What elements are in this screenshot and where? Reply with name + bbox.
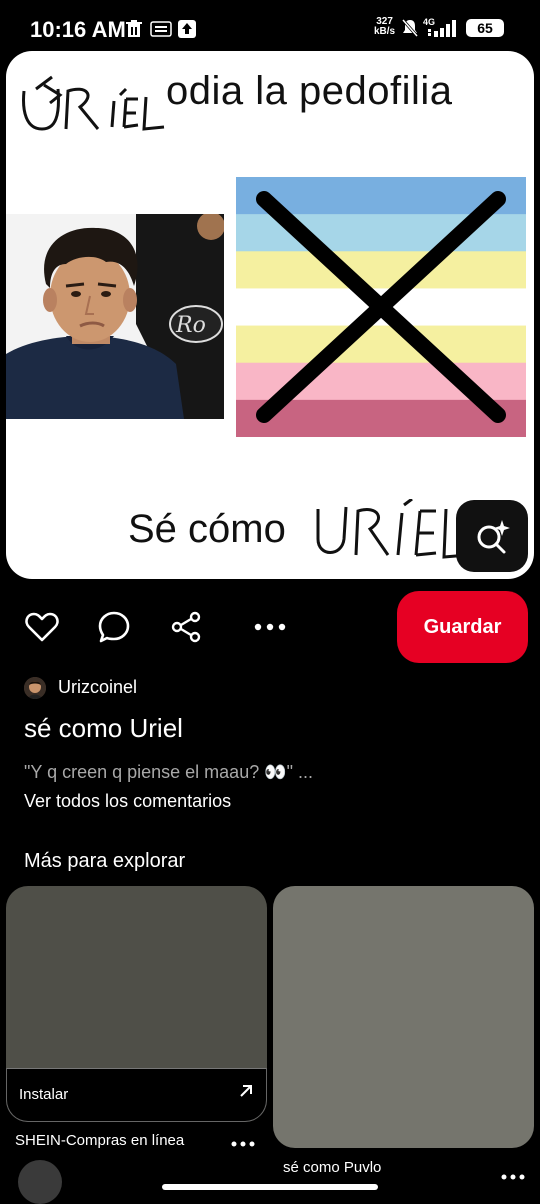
card-avatar <box>18 1160 62 1204</box>
install-label: Instalar <box>19 1086 69 1103</box>
uriel-photo: Ro <box>6 214 224 419</box>
share-icon[interactable] <box>166 607 206 647</box>
save-button[interactable]: Guardar <box>397 591 528 663</box>
battery-indicator: 65 <box>466 19 504 37</box>
card-label-shein[interactable]: SHEIN-Compras en línea <box>15 1132 184 1149</box>
lens-sparkle-icon <box>477 520 510 554</box>
explore-card-2[interactable] <box>273 886 534 1148</box>
caption-scrawl <box>312 497 472 568</box>
clock: 10:16 AM <box>30 17 126 42</box>
mute-bell-icon <box>400 18 420 43</box>
pin-title-text: odia la pedofilia <box>166 69 453 113</box>
install-bar[interactable]: Instalar <box>6 1068 267 1122</box>
home-indicator[interactable] <box>162 1184 378 1190</box>
upload-icon <box>178 20 196 38</box>
pin-title: sé como Uriel <box>24 713 183 743</box>
temu-icon <box>150 21 172 37</box>
signal-icon <box>426 18 462 43</box>
status-bar: 10:16 AM 327 kB/s 4G 65 <box>0 0 540 52</box>
author-avatar[interactable] <box>24 677 46 699</box>
author-name[interactable]: Urizcoinel <box>58 677 137 698</box>
network-speed: 327 kB/s <box>374 16 396 37</box>
card-label-puvlo[interactable]: sé como Puvlo <box>283 1159 381 1176</box>
flag-stripe <box>236 251 526 289</box>
pin-caption-text: Sé cómo <box>128 507 286 551</box>
shirt-logo-text: Ro <box>175 313 206 338</box>
view-all-comments-link[interactable]: Ver todos los comentarios <box>24 791 231 812</box>
trash-icon <box>126 20 142 43</box>
title-scrawl <box>16 71 176 140</box>
like-heart-icon[interactable] <box>22 607 62 647</box>
flag-stripe <box>236 325 526 364</box>
explore-heading: Más para explorar <box>24 850 186 872</box>
comment-icon[interactable] <box>94 607 134 647</box>
card2-more-icon[interactable] <box>500 1162 526 1188</box>
crossed-flag <box>236 177 526 438</box>
comment-preview[interactable]: "Y q creen q piense el maau? 👀" ... <box>24 762 313 783</box>
pin-image[interactable]: odia la pedofilia Ro Sé cómo <box>6 51 534 579</box>
card-more-icon[interactable] <box>230 1129 256 1155</box>
visual-search-button[interactable] <box>456 500 528 572</box>
explore-card-ad[interactable]: Instalar <box>6 886 267 1122</box>
more-options-icon[interactable] <box>250 607 290 647</box>
external-arrow-icon <box>238 1083 254 1104</box>
